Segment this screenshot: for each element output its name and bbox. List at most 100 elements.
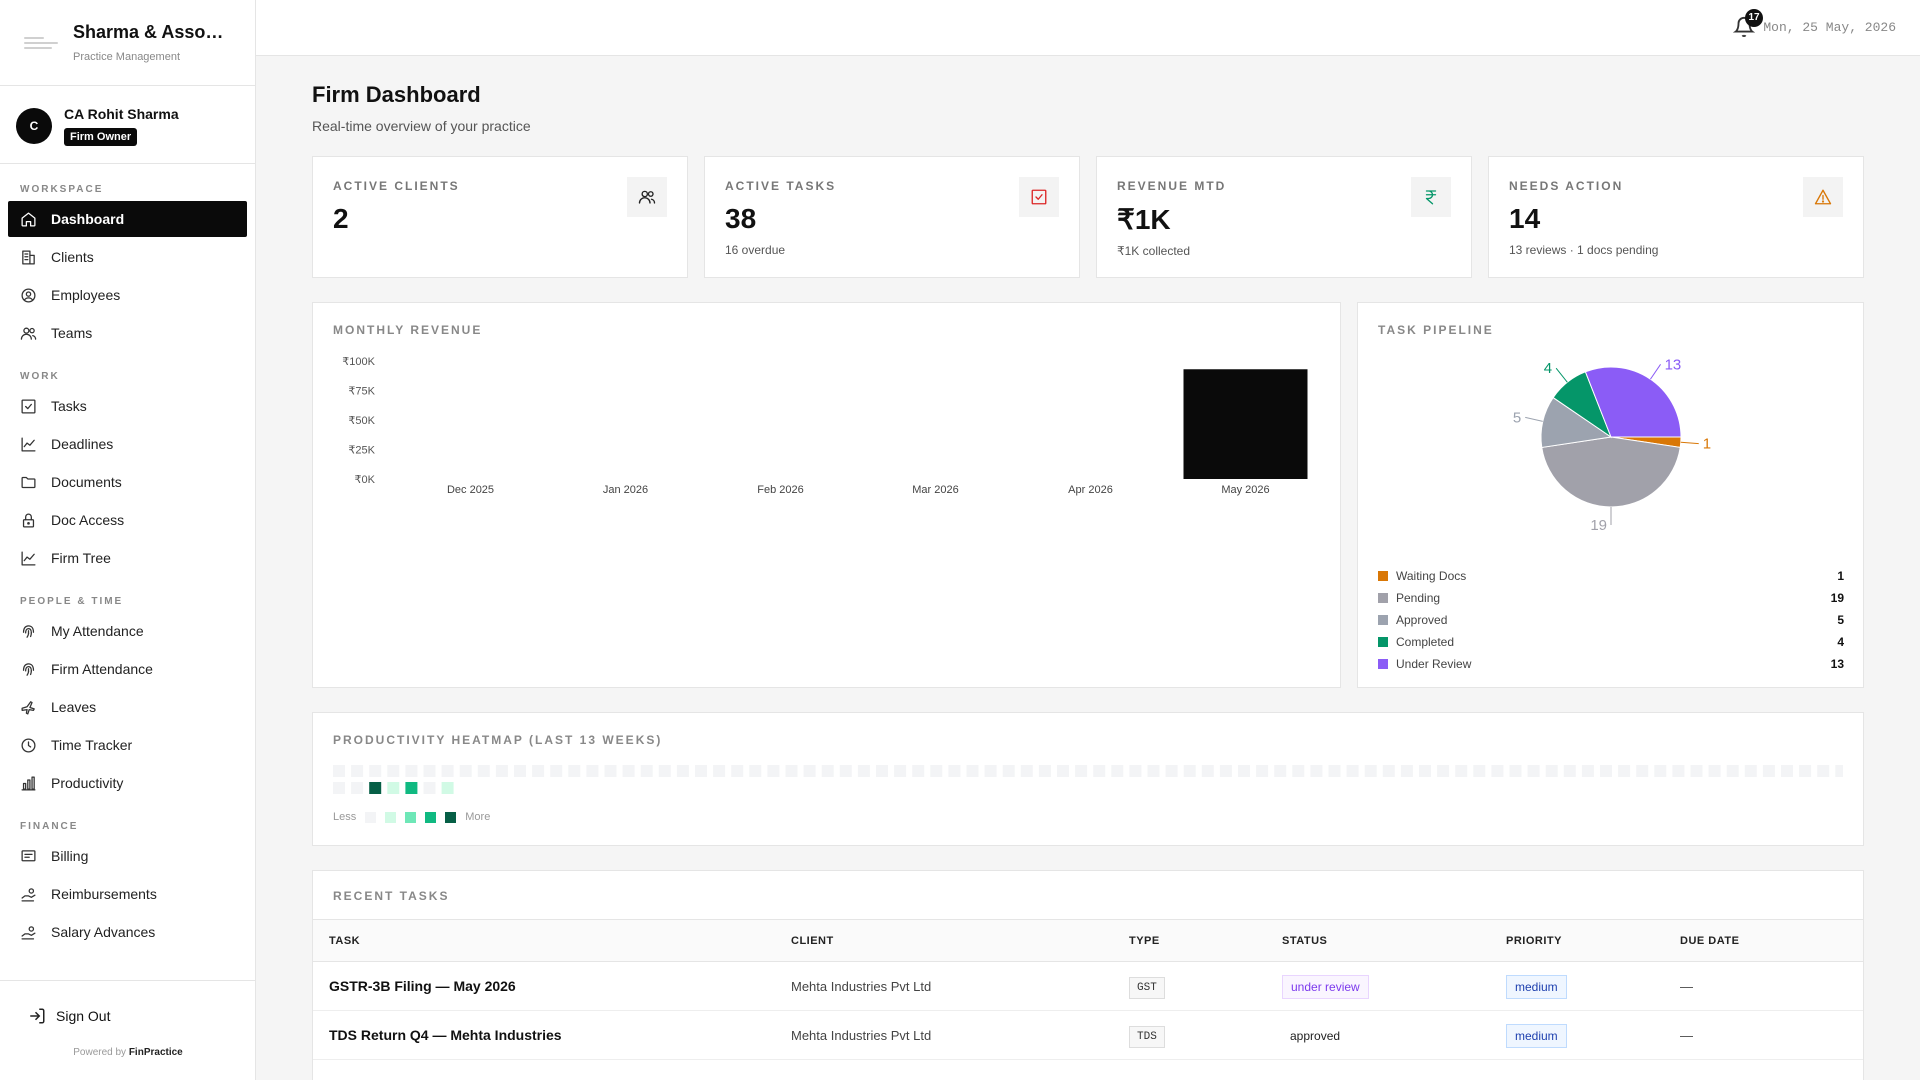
kpi-card-revenue-mtd[interactable]: REVENUE MTD ₹1K ₹1K collected bbox=[1096, 156, 1472, 278]
heatmap-cell[interactable] bbox=[1437, 765, 1450, 777]
heatmap-cell[interactable] bbox=[1075, 765, 1088, 777]
heatmap-cell[interactable] bbox=[1111, 765, 1124, 777]
heatmap-cell[interactable] bbox=[1183, 765, 1196, 777]
heatmap-cell[interactable] bbox=[676, 765, 689, 777]
heatmap-cell[interactable] bbox=[333, 765, 345, 777]
heatmap-cell[interactable] bbox=[459, 765, 472, 777]
heatmap-cell[interactable] bbox=[1799, 765, 1812, 777]
revenue-bar[interactable] bbox=[1183, 369, 1308, 479]
heatmap-cell[interactable] bbox=[586, 765, 599, 777]
heatmap-cell[interactable] bbox=[912, 765, 925, 777]
heatmap-cell[interactable] bbox=[1600, 765, 1612, 777]
sidebar-item-productivity[interactable]: Productivity bbox=[8, 765, 247, 801]
column-header[interactable]: TASK bbox=[313, 919, 775, 962]
heatmap-cell[interactable] bbox=[1726, 765, 1739, 777]
sidebar-item-clients[interactable]: Clients bbox=[8, 239, 247, 275]
kpi-card-needs-action[interactable]: NEEDS ACTION 14 13 reviews · 1 docs pend… bbox=[1488, 156, 1864, 278]
heatmap-cell[interactable] bbox=[658, 765, 671, 777]
heatmap-cell[interactable] bbox=[1292, 765, 1305, 777]
heatmap-cell[interactable] bbox=[731, 765, 744, 777]
heatmap-cell[interactable] bbox=[495, 765, 508, 777]
heatmap-cell[interactable] bbox=[369, 765, 382, 777]
heatmap-cell[interactable] bbox=[1165, 765, 1178, 777]
heatmap-cell[interactable] bbox=[785, 765, 798, 777]
column-header[interactable]: STATUS bbox=[1266, 919, 1490, 962]
heatmap-cell[interactable] bbox=[1256, 765, 1269, 777]
heatmap-cell[interactable] bbox=[1147, 765, 1160, 777]
kpi-card-active-clients[interactable]: ACTIVE CLIENTS 2 bbox=[312, 156, 688, 278]
heatmap-cell[interactable] bbox=[423, 782, 436, 794]
sidebar-item-salary-advances[interactable]: Salary Advances bbox=[8, 914, 247, 950]
heatmap-cell[interactable] bbox=[1328, 765, 1341, 777]
heatmap-cell[interactable] bbox=[441, 782, 454, 794]
heatmap-cell[interactable] bbox=[1509, 765, 1522, 777]
sidebar-item-leaves[interactable]: Leaves bbox=[8, 689, 247, 725]
sidebar-item-documents[interactable]: Documents bbox=[8, 464, 247, 500]
heatmap-cell[interactable] bbox=[1038, 765, 1051, 777]
column-header[interactable]: DUE DATE bbox=[1664, 919, 1863, 962]
heatmap-cell[interactable] bbox=[1310, 765, 1323, 777]
heatmap-cell[interactable] bbox=[351, 765, 364, 777]
heatmap-cell[interactable] bbox=[1002, 765, 1015, 777]
heatmap-cell[interactable] bbox=[803, 765, 816, 777]
task-name[interactable]: GSTR-3B Filing — May 2026 bbox=[313, 961, 775, 1011]
sidebar-item-doc-access[interactable]: Doc Access bbox=[8, 502, 247, 538]
user-profile[interactable]: C CA Rohit Sharma Firm Owner bbox=[0, 88, 255, 164]
heatmap-cell[interactable] bbox=[1201, 765, 1214, 777]
heatmap-cell[interactable] bbox=[1618, 765, 1631, 777]
kpi-card-active-tasks[interactable]: ACTIVE TASKS 38 16 overdue bbox=[704, 156, 1080, 278]
heatmap-cell[interactable] bbox=[966, 765, 979, 777]
heatmap-cell[interactable] bbox=[749, 765, 762, 777]
heatmap-cell[interactable] bbox=[1654, 765, 1667, 777]
sidebar-item-tasks[interactable]: Tasks bbox=[8, 388, 247, 424]
heatmap-cell[interactable] bbox=[1690, 765, 1703, 777]
sidebar-item-reimbursements[interactable]: Reimbursements bbox=[8, 876, 247, 912]
heatmap-cell[interactable] bbox=[876, 765, 888, 777]
heatmap-cell[interactable] bbox=[1563, 765, 1576, 777]
heatmap-cell[interactable] bbox=[948, 765, 961, 777]
table-row[interactable]: TDS Return Q4 — Mehta Industries Mehta I… bbox=[313, 1010, 1863, 1060]
heatmap-cell[interactable] bbox=[1093, 765, 1106, 777]
heatmap-cell[interactable] bbox=[1020, 765, 1033, 777]
heatmap-cell[interactable] bbox=[604, 765, 617, 777]
heatmap-cell[interactable] bbox=[405, 782, 418, 794]
heatmap-cell[interactable] bbox=[1364, 765, 1377, 777]
heatmap-cell[interactable] bbox=[1527, 765, 1540, 777]
heatmap-cell[interactable] bbox=[1708, 765, 1721, 777]
heatmap-cell[interactable] bbox=[532, 765, 545, 777]
heatmap-cell[interactable] bbox=[369, 782, 382, 794]
heatmap-cell[interactable] bbox=[1057, 765, 1069, 777]
heatmap-cell[interactable] bbox=[622, 765, 635, 777]
sign-out-button[interactable]: Sign Out bbox=[0, 981, 256, 1025]
heatmap-cell[interactable] bbox=[1400, 765, 1413, 777]
heatmap-cell[interactable] bbox=[1382, 765, 1395, 777]
heatmap-cell[interactable] bbox=[1129, 765, 1142, 777]
heatmap-cell[interactable] bbox=[1781, 765, 1793, 777]
heatmap-cell[interactable] bbox=[1817, 765, 1830, 777]
heatmap-cell[interactable] bbox=[930, 765, 943, 777]
sidebar-item-firm-attendance[interactable]: Firm Attendance bbox=[8, 651, 247, 687]
column-header[interactable]: CLIENT bbox=[775, 919, 1113, 962]
heatmap-cell[interactable] bbox=[1636, 765, 1649, 777]
heatmap-cell[interactable] bbox=[1762, 765, 1775, 777]
heatmap-cell[interactable] bbox=[695, 765, 707, 777]
heatmap-cell[interactable] bbox=[405, 765, 418, 777]
heatmap-cell[interactable] bbox=[713, 765, 726, 777]
sidebar-item-time-tracker[interactable]: Time Tracker bbox=[8, 727, 247, 763]
heatmap-cell[interactable] bbox=[387, 782, 400, 794]
heatmap-cell[interactable] bbox=[1672, 765, 1685, 777]
heatmap-cell[interactable] bbox=[1744, 765, 1757, 777]
sidebar-item-teams[interactable]: Teams bbox=[8, 315, 247, 351]
heatmap-cell[interactable] bbox=[857, 765, 870, 777]
heatmap-cell[interactable] bbox=[1581, 765, 1594, 777]
heatmap-cell[interactable] bbox=[550, 765, 563, 777]
heatmap-cell[interactable] bbox=[894, 765, 907, 777]
heatmap-cell[interactable] bbox=[984, 765, 997, 777]
heatmap-cell[interactable] bbox=[1835, 765, 1843, 777]
sidebar-item-employees[interactable]: Employees bbox=[8, 277, 247, 313]
heatmap-cell[interactable] bbox=[1346, 765, 1359, 777]
brand[interactable]: Sharma & Associates Practice Management bbox=[0, 0, 255, 86]
heatmap-cell[interactable] bbox=[839, 765, 852, 777]
heatmap-cell[interactable] bbox=[423, 765, 436, 777]
heatmap-cell[interactable] bbox=[640, 765, 653, 777]
